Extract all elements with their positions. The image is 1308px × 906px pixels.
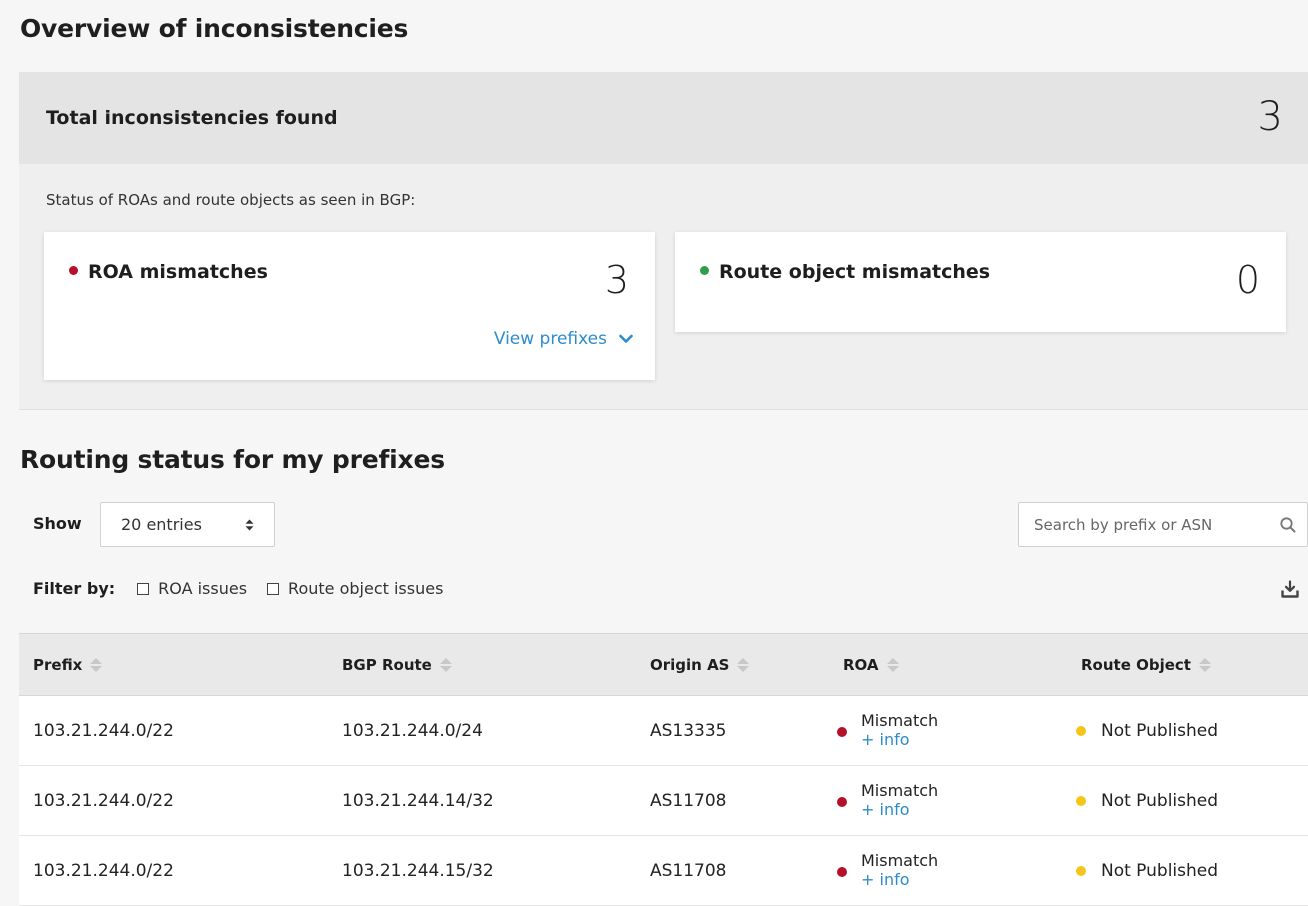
roa-cell: Mismatch + info	[837, 851, 938, 889]
roa-mismatches-count: 3	[604, 258, 629, 302]
filter-row: Filter by: ROA issues Route object issue…	[33, 579, 463, 598]
routing-status-title: Routing status for my prefixes	[20, 445, 445, 474]
column-label: Prefix	[33, 656, 83, 674]
table-row: 103.21.244.0/22 103.21.244.14/32 AS11708…	[19, 766, 1308, 836]
mismatch-dot-icon	[837, 727, 847, 737]
search-input[interactable]	[1034, 515, 1274, 534]
checkbox-icon	[137, 582, 150, 595]
route-object-mismatches-card: Route object mismatches 0	[675, 232, 1286, 332]
checkbox-icon	[267, 582, 280, 595]
route-object-cell: Not Published	[1076, 861, 1218, 881]
download-button[interactable]	[1280, 580, 1300, 604]
roa-status: Mismatch	[861, 851, 939, 870]
status-subtitle: Status of ROAs and route objects as seen…	[46, 191, 416, 209]
not-published-dot-icon	[1076, 726, 1086, 736]
mismatch-dot-icon	[837, 797, 847, 807]
not-published-dot-icon	[1076, 796, 1086, 806]
roa-mismatches-card: ROA mismatches 3 View prefixes	[44, 232, 655, 380]
view-prefixes-link[interactable]: View prefixes	[494, 329, 633, 349]
column-label: ROA	[843, 656, 879, 674]
select-arrows-icon	[245, 519, 254, 531]
table-row: 103.21.244.0/22 103.21.244.0/24 AS13335 …	[19, 696, 1308, 766]
roa-info-link[interactable]: + info	[861, 870, 938, 889]
column-header-bgp-route[interactable]: BGP Route	[342, 656, 452, 674]
mismatch-dot-icon	[837, 867, 847, 877]
filter-label: Filter by:	[33, 579, 116, 598]
route-object-mismatches-title: Route object mismatches	[700, 261, 990, 283]
search-box	[1018, 502, 1308, 547]
column-label: BGP Route	[342, 656, 432, 674]
roa-mismatches-title: ROA mismatches	[69, 261, 268, 283]
total-inconsistencies-label: Total inconsistencies found	[46, 107, 338, 129]
roa-status: Mismatch	[861, 711, 939, 730]
not-published-dot-icon	[1076, 866, 1086, 876]
prefix-cell: 103.21.244.0/22	[33, 721, 174, 741]
table-row: 103.21.244.0/22 103.21.244.15/32 AS11708…	[19, 836, 1308, 906]
route-object-cell: Not Published	[1076, 721, 1218, 741]
sort-icon	[439, 658, 452, 672]
column-header-roa[interactable]: ROA	[843, 656, 899, 674]
entries-select-value: 20 entries	[121, 515, 202, 534]
sort-icon	[1198, 658, 1211, 672]
table-header: Prefix BGP Route Origin AS ROA Route Obj…	[19, 633, 1308, 696]
download-icon	[1281, 580, 1299, 598]
panel-header: Total inconsistencies found 3	[19, 72, 1308, 164]
chevron-down-icon	[619, 334, 633, 343]
filter-route-object-issues-checkbox[interactable]: Route object issues	[267, 579, 443, 598]
roa-info-link[interactable]: + info	[861, 730, 938, 749]
roa-mismatches-label: ROA mismatches	[88, 261, 268, 283]
roa-cell: Mismatch + info	[837, 711, 938, 749]
bgp-route-cell: 103.21.244.14/32	[342, 791, 494, 811]
inconsistencies-panel: Total inconsistencies found 3 Status of …	[19, 72, 1308, 410]
column-header-origin-as[interactable]: Origin AS	[650, 656, 750, 674]
roa-status: Mismatch	[861, 781, 939, 800]
bgp-route-cell: 103.21.244.15/32	[342, 861, 494, 881]
sort-icon	[90, 658, 103, 672]
route-object-cell: Not Published	[1076, 791, 1218, 811]
column-label: Route Object	[1081, 656, 1191, 674]
sort-icon	[737, 658, 750, 672]
search-icon[interactable]	[1279, 516, 1297, 534]
sort-icon	[886, 658, 899, 672]
page-title: Overview of inconsistencies	[20, 14, 409, 43]
total-inconsistencies-count: 3	[1257, 94, 1283, 140]
bgp-route-cell: 103.21.244.0/24	[342, 721, 483, 741]
ok-dot-icon	[700, 266, 709, 275]
route-object-mismatches-count: 0	[1235, 258, 1260, 302]
mismatch-dot-icon	[69, 266, 78, 275]
prefix-cell: 103.21.244.0/22	[33, 861, 174, 881]
route-object-status: Not Published	[1101, 721, 1219, 741]
route-object-mismatches-label: Route object mismatches	[719, 261, 991, 283]
column-header-route-object[interactable]: Route Object	[1081, 656, 1211, 674]
route-object-status: Not Published	[1101, 791, 1219, 811]
origin-as-cell: AS11708	[650, 791, 727, 811]
prefix-cell: 103.21.244.0/22	[33, 791, 174, 811]
roa-cell: Mismatch + info	[837, 781, 938, 819]
routing-table: Prefix BGP Route Origin AS ROA Route Obj…	[19, 633, 1308, 906]
entries-select[interactable]: 20 entries	[100, 502, 275, 547]
origin-as-cell: AS11708	[650, 861, 727, 881]
column-header-prefix[interactable]: Prefix	[33, 656, 103, 674]
filter-roa-issues-checkbox[interactable]: ROA issues	[137, 579, 247, 598]
filter-route-object-issues-label: Route object issues	[288, 579, 444, 598]
view-prefixes-label: View prefixes	[493, 329, 607, 349]
show-label: Show	[33, 514, 82, 533]
column-label: Origin AS	[650, 656, 730, 674]
filter-roa-issues-label: ROA issues	[158, 579, 248, 598]
route-object-status: Not Published	[1101, 861, 1219, 881]
roa-info-link[interactable]: + info	[861, 800, 938, 819]
origin-as-cell: AS13335	[650, 721, 727, 741]
